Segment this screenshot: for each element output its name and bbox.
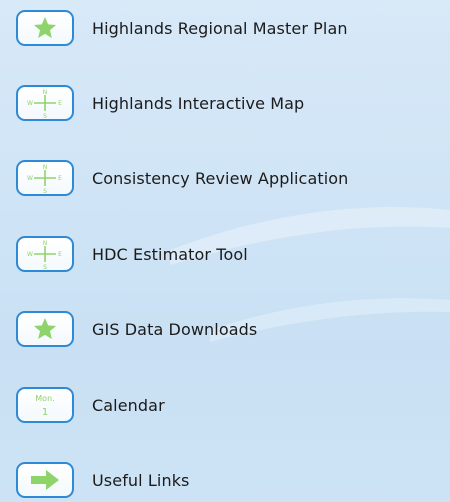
svg-text:1: 1	[42, 407, 48, 418]
nav-item-calendar[interactable]: Mon. 1 Calendar	[16, 385, 165, 425]
nav-item-label: Useful Links	[92, 470, 190, 490]
svg-text:S: S	[43, 188, 47, 194]
nav-item-useful-links[interactable]: Useful Links	[16, 460, 190, 500]
svg-text:E: E	[58, 251, 62, 258]
svg-text:W: W	[27, 100, 33, 107]
svg-text:E: E	[58, 100, 62, 107]
nav-item-label: Calendar	[92, 395, 165, 415]
svg-text:N: N	[43, 240, 48, 247]
nav-item-gis-data-downloads[interactable]: GIS Data Downloads	[16, 309, 257, 349]
star-icon	[16, 311, 74, 347]
svg-text:N: N	[43, 89, 48, 96]
calendar-icon: Mon. 1	[16, 387, 74, 423]
nav-item-label: Highlands Regional Master Plan	[92, 18, 348, 38]
nav-item-label: HDC Estimator Tool	[92, 244, 248, 264]
compass-icon: N S W E	[16, 236, 74, 272]
compass-icon: N S W E	[16, 85, 74, 121]
svg-text:N: N	[43, 164, 48, 171]
svg-text:E: E	[58, 175, 62, 182]
nav-item-consistency-review[interactable]: N S W E Consistency Review Application	[16, 158, 348, 198]
compass-icon: N S W E	[16, 160, 74, 196]
nav-item-regional-master-plan[interactable]: Highlands Regional Master Plan	[16, 8, 348, 48]
star-icon	[16, 10, 74, 46]
arrow-right-icon	[16, 462, 74, 498]
svg-text:S: S	[43, 113, 47, 119]
svg-text:Mon.: Mon.	[35, 394, 54, 403]
svg-text:W: W	[27, 175, 33, 182]
svg-text:S: S	[43, 264, 47, 270]
nav-item-label: Consistency Review Application	[92, 168, 349, 188]
nav-item-label: Highlands Interactive Map	[92, 93, 305, 113]
nav-item-label: GIS Data Downloads	[92, 319, 258, 339]
svg-text:W: W	[27, 251, 33, 258]
nav-item-interactive-map[interactable]: N S W E Highlands Interactive Map	[16, 83, 304, 123]
quick-links-nav: Highlands Regional Master Plan N S W E H…	[0, 0, 450, 502]
nav-item-hdc-estimator[interactable]: N S W E HDC Estimator Tool	[16, 234, 248, 274]
